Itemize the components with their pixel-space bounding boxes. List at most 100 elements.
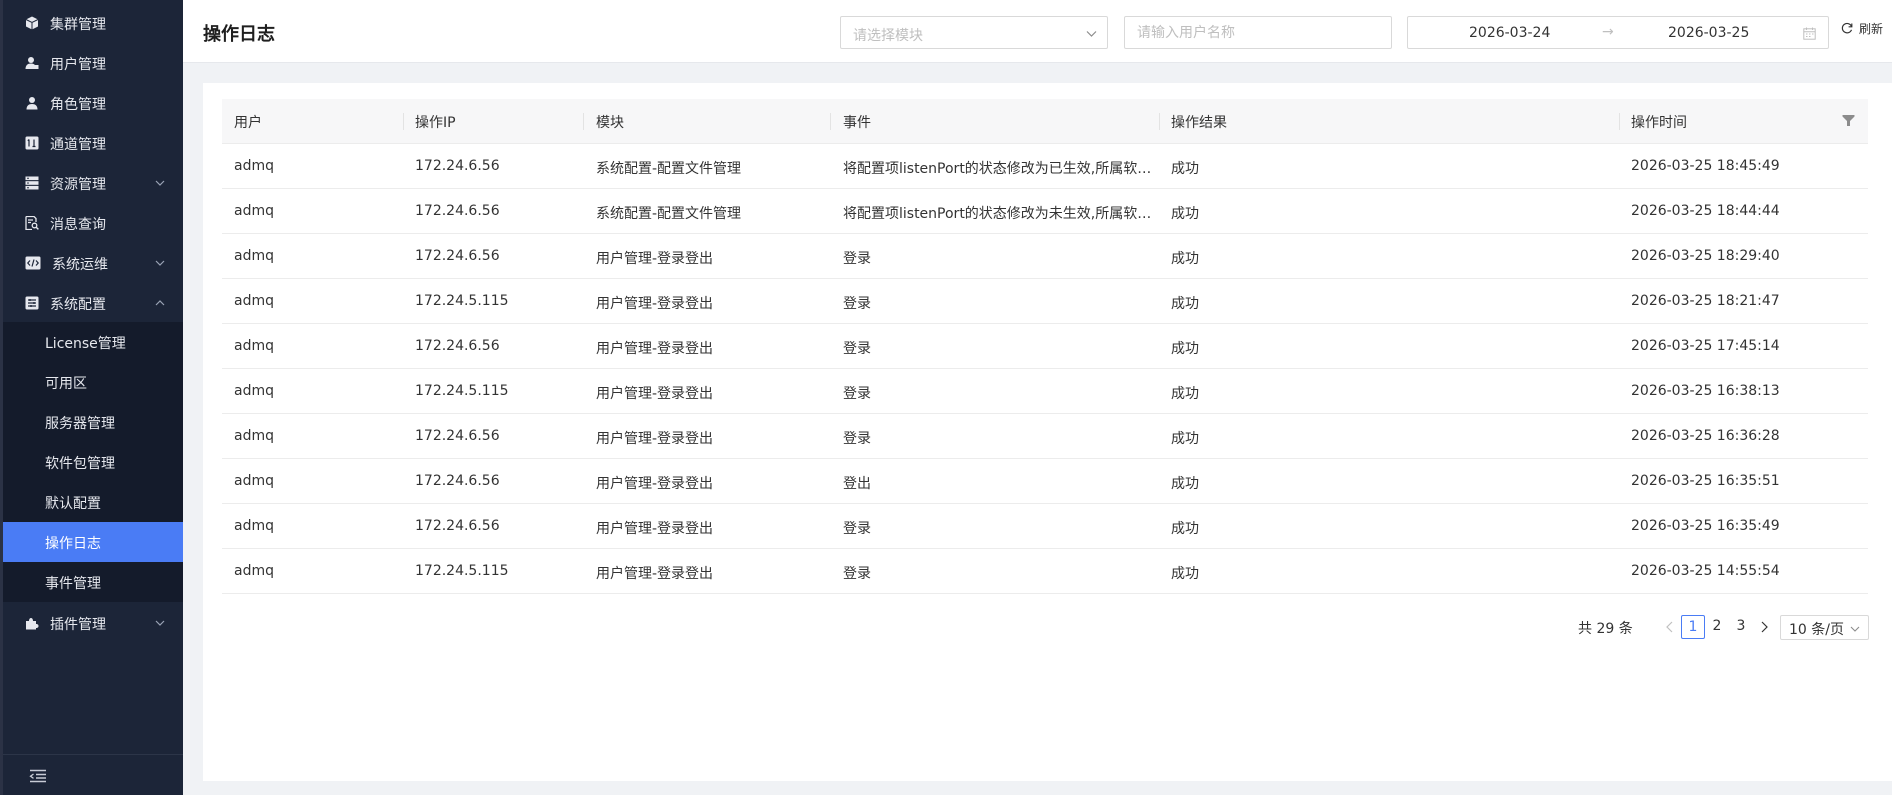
sidebar-item-plugins[interactable]: 插件管理 <box>3 603 183 643</box>
sidebar-item-system-config[interactable]: 系统配置 <box>3 283 183 323</box>
sidebar-item-label: 系统运维 <box>52 257 108 273</box>
submenu-item-events[interactable]: 事件管理 <box>3 562 183 602</box>
cell-ip: 172.24.6.56 <box>415 518 500 534</box>
sidebar-item-users[interactable]: 用户管理 <box>3 43 183 83</box>
pagination-page[interactable]: 2 <box>1705 615 1729 639</box>
cell-module: 系统配置-配置文件管理 <box>596 161 742 177</box>
plugin-icon <box>25 616 39 630</box>
pagination-page[interactable]: 3 <box>1729 615 1753 639</box>
date-end-input[interactable]: 2026-03-25 <box>1668 25 1749 41</box>
sidebar-item-label: 通道管理 <box>50 137 106 153</box>
sidebar-item-resources[interactable]: 资源管理 <box>3 163 183 203</box>
date-range-arrow: → <box>1602 24 1614 40</box>
cell-user: admq <box>234 203 274 219</box>
table-row: admq 172.24.6.56 用户管理-登录登出 登录 成功 2026-03-25 1… <box>222 234 1868 279</box>
cell-event: 登录 <box>843 566 871 582</box>
cell-result: 成功 <box>1171 206 1199 222</box>
submenu-item-operation-log[interactable]: 操作日志 <box>3 522 183 562</box>
cell-result: 成功 <box>1171 566 1199 582</box>
table-row: admq 172.24.6.56 用户管理-登录登出 登出 成功 2026-03-25 1… <box>222 459 1868 504</box>
chevron-up-icon <box>155 298 165 308</box>
table-row: admq 172.24.6.56 用户管理-登录登出 登录 成功 2026-03-25 1… <box>222 414 1868 459</box>
page-title: 操作日志 <box>203 24 275 45</box>
username-search-input[interactable] <box>1124 16 1392 49</box>
sidebar-item-label: 系统配置 <box>50 297 106 313</box>
cell-ip: 172.24.6.56 <box>415 248 500 264</box>
submenu-item-license[interactable]: License管理 <box>3 322 183 362</box>
pagination-next-button[interactable] <box>1757 615 1771 639</box>
refresh-button[interactable]: 刷新 <box>1841 20 1889 40</box>
table-row: admq 172.24.5.115 用户管理-登录登出 登录 成功 2026-03-25 … <box>222 369 1868 414</box>
cell-time: 2026-03-25 18:44:44 <box>1631 203 1780 219</box>
cell-module: 用户管理-登录登出 <box>596 521 714 537</box>
cell-event: 登录 <box>843 521 871 537</box>
cell-time: 2026-03-25 14:55:54 <box>1631 563 1780 579</box>
cell-module: 用户管理-登录登出 <box>596 476 714 492</box>
table-row: admq 172.24.5.115 用户管理-登录登出 登录 成功 2026-03-25 … <box>222 549 1868 594</box>
cell-user: admq <box>234 248 274 264</box>
column-divider <box>1159 113 1160 130</box>
sidebar: 集群管理 用户管理 角色管理 通道管理 资源管理 消息查询 系统运维 系统配置 … <box>0 0 183 795</box>
cell-result: 成功 <box>1171 431 1199 447</box>
pagination-total: 共 29 条 <box>1578 621 1633 637</box>
column-header-time: 操作时间 <box>1631 115 1687 131</box>
submenu-item-label: 事件管理 <box>45 576 101 592</box>
cell-user: admq <box>234 518 274 534</box>
server-icon <box>25 176 39 190</box>
cell-result: 成功 <box>1171 521 1199 537</box>
cell-ip: 172.24.5.115 <box>415 293 509 309</box>
message-search-icon <box>25 216 39 230</box>
filter-icon[interactable] <box>1842 114 1855 127</box>
sidebar-item-roles[interactable]: 角色管理 <box>3 83 183 123</box>
cell-user: admq <box>234 158 274 174</box>
calendar-icon <box>1803 27 1816 40</box>
submenu-item-servers[interactable]: 服务器管理 <box>3 402 183 442</box>
cell-time: 2026-03-25 16:35:51 <box>1631 473 1780 489</box>
cell-result: 成功 <box>1171 161 1199 177</box>
submenu-item-packages[interactable]: 软件包管理 <box>3 442 183 482</box>
cell-time: 2026-03-25 18:21:47 <box>1631 293 1780 309</box>
page-size-select[interactable]: 10 条/页 <box>1780 615 1869 640</box>
content-panel: 用户 操作IP 模块 事件 操作结果 操作时间 admq 172.24.6.56 系… <box>203 83 1892 781</box>
column-divider <box>403 113 404 130</box>
date-start-input[interactable]: 2026-03-24 <box>1469 25 1550 41</box>
cell-ip: 172.24.6.56 <box>415 158 500 174</box>
submenu-item-availability-zone[interactable]: 可用区 <box>3 362 183 402</box>
submenu-item-label: 服务器管理 <box>45 416 115 432</box>
sidebar-item-cluster[interactable]: 集群管理 <box>3 3 183 43</box>
page-header: 操作日志 请选择模块 2026-03-24 → 2026-03-25 刷新 <box>183 0 1892 63</box>
page-size-label: 10 条/页 <box>1789 622 1844 638</box>
chevron-down-icon <box>1850 624 1860 634</box>
cell-module: 用户管理-登录登出 <box>596 251 714 267</box>
sidebar-item-message-query[interactable]: 消息查询 <box>3 203 183 243</box>
cell-time: 2026-03-25 18:29:40 <box>1631 248 1780 264</box>
cell-ip: 172.24.6.56 <box>415 428 500 444</box>
date-range-picker[interactable]: 2026-03-24 → 2026-03-25 <box>1407 16 1829 49</box>
sidebar-collapse-button[interactable] <box>3 754 183 795</box>
sidebar-item-label: 集群管理 <box>50 17 106 33</box>
submenu-item-default-config[interactable]: 默认配置 <box>3 482 183 522</box>
cell-event: 登录 <box>843 341 871 357</box>
cell-user: admq <box>234 293 274 309</box>
module-select-placeholder: 请选择模块 <box>853 28 923 44</box>
cell-module: 系统配置-配置文件管理 <box>596 206 742 222</box>
cell-event: 登录 <box>843 386 871 402</box>
cell-user: admq <box>234 383 274 399</box>
cell-result: 成功 <box>1171 296 1199 312</box>
role-icon <box>25 96 39 110</box>
sidebar-item-channels[interactable]: 通道管理 <box>3 123 183 163</box>
cell-result: 成功 <box>1171 476 1199 492</box>
pagination-prev-button[interactable] <box>1662 615 1676 639</box>
cell-event: 登录 <box>843 251 871 267</box>
cell-module: 用户管理-登录登出 <box>596 386 714 402</box>
pagination-page[interactable]: 1 <box>1681 615 1705 639</box>
cell-ip: 172.24.6.56 <box>415 338 500 354</box>
sidebar-item-label: 角色管理 <box>50 97 106 113</box>
cell-result: 成功 <box>1171 251 1199 267</box>
cell-event: 登录 <box>843 431 871 447</box>
module-select[interactable]: 请选择模块 <box>840 16 1108 49</box>
cell-event: 将配置项listenPort的状态修改为已生效,所属软… <box>843 161 1152 177</box>
cell-module: 用户管理-登录登出 <box>596 341 714 357</box>
cube-icon <box>25 16 39 30</box>
sidebar-item-ops[interactable]: 系统运维 <box>3 243 183 283</box>
